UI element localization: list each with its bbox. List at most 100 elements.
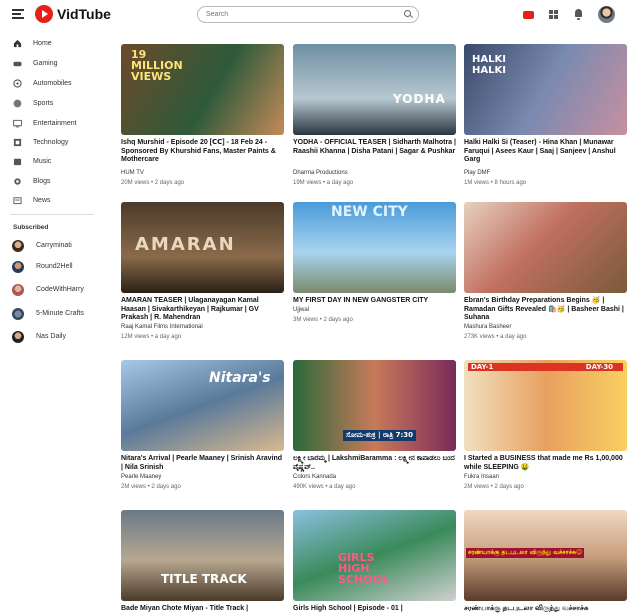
sidebar-item-sports[interactable]: Sports bbox=[0, 93, 108, 113]
channel-name[interactable]: Fukra Insaan bbox=[464, 474, 499, 480]
thumbnail-text: DAY-1 DAY-30 bbox=[468, 363, 623, 371]
thumbnail-text: NEW CITY bbox=[331, 204, 408, 220]
video-thumbnail[interactable]: 19 MILLION VIEWS bbox=[121, 44, 284, 135]
view-count: 20M views bbox=[121, 180, 150, 186]
home-icon bbox=[13, 39, 22, 47]
channel-name: Carryminati bbox=[36, 242, 72, 249]
video-title[interactable]: ಲಕ್ಷ್ಮೀ ಬಾರಮ್ಮ | LakshmiBaramma : ಲಕ್ಷ್ಮ… bbox=[293, 455, 456, 472]
video-title[interactable]: சரண்யாக்கு தடபுடலா விருந்து வச்சாச்சு bbox=[464, 605, 627, 614]
channel-name: Nas Daily bbox=[36, 333, 66, 340]
sidebar-item-home[interactable]: Home bbox=[0, 33, 108, 53]
channel-name[interactable]: Mashura Basheer bbox=[464, 324, 511, 330]
sidebar-item-label: Blogs bbox=[33, 177, 51, 185]
thumbnail-text: TITLE TRACK bbox=[161, 572, 247, 586]
video-thumbnail[interactable]: YODHA bbox=[293, 44, 456, 135]
sidebar-item-music[interactable]: Music bbox=[0, 151, 108, 171]
video-thumbnail[interactable]: NEW CITY bbox=[293, 202, 456, 293]
app-name: VidTube bbox=[57, 6, 111, 22]
channel-name[interactable]: Ujjwal bbox=[293, 307, 309, 313]
news-icon bbox=[13, 196, 22, 204]
channel-name[interactable]: Colors Kannada bbox=[293, 474, 336, 480]
video-thumbnail[interactable]: சரண்யாக்கு தடபுடலா விருந்து வச்சாச்சு😊 bbox=[464, 510, 627, 601]
car-icon bbox=[13, 78, 22, 88]
apps-grid-icon[interactable] bbox=[548, 9, 559, 20]
video-thumbnail[interactable]: AMARAN bbox=[121, 202, 284, 293]
video-title[interactable]: MY FIRST DAY IN NEW GANGSTER CITY bbox=[293, 297, 456, 306]
video-title[interactable]: Halki Halki Si (Teaser) - Hina Khan | Mu… bbox=[464, 139, 627, 165]
video-meta: 2M views • 2 days ago bbox=[464, 484, 524, 490]
search-input[interactable] bbox=[197, 6, 419, 23]
sidebar-item-technology[interactable]: Technology bbox=[0, 132, 108, 152]
thumbnail-text: YODHA bbox=[393, 92, 446, 106]
subscription-item[interactable]: Nas Daily bbox=[0, 327, 108, 347]
subscription-item[interactable]: CodeWithHarry bbox=[0, 280, 108, 300]
upload-age: 2 days ago bbox=[323, 317, 353, 323]
sidebar-item-gaming[interactable]: Gaming bbox=[0, 53, 108, 73]
search-icon[interactable] bbox=[404, 10, 411, 17]
notifications-bell-icon[interactable] bbox=[573, 9, 584, 20]
thumbnail-text: HALKI HALKI bbox=[472, 54, 506, 76]
thumbnail-text: AMARAN bbox=[135, 234, 236, 255]
video-meta: 3M views • 2 days ago bbox=[293, 317, 353, 323]
video-title[interactable]: I Started a BUSINESS that made me Rs 1,0… bbox=[464, 455, 627, 472]
upload-age: a day ago bbox=[500, 334, 527, 340]
video-title[interactable]: Nitara's Arrival | Pearle Maaney | Srini… bbox=[121, 455, 284, 472]
video-thumbnail[interactable]: HALKI HALKI bbox=[464, 44, 627, 135]
video-title[interactable]: Ishq Murshid - Episode 20 [𝗖𝗖] - 18 Feb … bbox=[121, 139, 284, 165]
view-count: 2M views bbox=[121, 484, 147, 490]
video-meta: 12M views • a day ago bbox=[121, 334, 182, 340]
sidebar-item-entertainment[interactable]: Entertainment bbox=[0, 113, 108, 133]
sidebar-item-label: News bbox=[33, 196, 51, 204]
video-thumbnail[interactable]: GIRLS HIGH SCHOOL bbox=[293, 510, 456, 601]
video-title[interactable]: YODHA - OFFICIAL TEASER | Sidharth Malho… bbox=[293, 139, 456, 156]
video-title[interactable]: Ebran's Birthday Preparations Begins 🥳 |… bbox=[464, 297, 627, 323]
channel-name: 5-Minute Crafts bbox=[36, 310, 84, 317]
channel-name[interactable]: HUM TV bbox=[121, 170, 144, 176]
sidebar-item-blogs[interactable]: Blogs bbox=[0, 171, 108, 191]
sidebar-item-automobiles[interactable]: Automobiles bbox=[0, 73, 108, 93]
video-meta: 19M views • a day ago bbox=[293, 180, 354, 186]
subscription-item[interactable]: Round2Hell bbox=[0, 257, 108, 277]
thumbnail-text: GIRLS HIGH SCHOOL bbox=[338, 551, 389, 586]
channel-name: Round2Hell bbox=[36, 263, 73, 270]
video-thumbnail[interactable]: Nitara's bbox=[121, 360, 284, 451]
video-meta: 273K views • a day ago bbox=[464, 334, 527, 340]
channel-name[interactable]: Pearle Maaney bbox=[121, 474, 161, 480]
logo[interactable]: VidTube bbox=[35, 5, 111, 23]
upload-age: 2 days ago bbox=[154, 180, 185, 186]
channel-name[interactable]: Raaj Kamal Films International bbox=[121, 324, 203, 330]
tv-icon bbox=[13, 119, 22, 127]
channel-name[interactable]: Dharma Productions bbox=[293, 170, 348, 176]
view-count: 12M views bbox=[121, 334, 150, 340]
play-logo-icon bbox=[35, 5, 53, 23]
sidebar-divider bbox=[10, 214, 94, 215]
video-thumbnail[interactable]: DAY-1 DAY-30 bbox=[464, 360, 627, 451]
thumbnail-text: Nitara's bbox=[209, 370, 271, 386]
subscribed-heading: Subscribed bbox=[13, 224, 49, 231]
view-count: 19M views bbox=[293, 180, 322, 186]
create-video-icon[interactable] bbox=[523, 11, 534, 19]
video-thumbnail[interactable]: TITLE TRACK bbox=[121, 510, 284, 601]
video-thumbnail[interactable] bbox=[464, 202, 627, 293]
sidebar-item-label: Technology bbox=[33, 138, 69, 146]
video-meta: 2M views • 2 days ago bbox=[121, 484, 181, 490]
channel-avatar bbox=[12, 331, 24, 343]
video-thumbnail[interactable]: ಸೋಮ-ಶುಕ್ರ | ರಾತ್ರಿ 7:30 bbox=[293, 360, 456, 451]
user-avatar[interactable] bbox=[598, 6, 615, 23]
subscription-item[interactable]: 5-Minute Crafts bbox=[0, 304, 108, 324]
ball-icon bbox=[13, 99, 22, 107]
video-title[interactable]: Girls High School | Episode - 01 | bbox=[293, 605, 456, 614]
thumbnail-text: 19 MILLION VIEWS bbox=[131, 48, 183, 83]
menu-icon[interactable] bbox=[12, 9, 24, 19]
subscription-item[interactable]: Carryminati bbox=[0, 236, 108, 256]
video-title[interactable]: Bade Miyan Chote Miyan - Title Track | bbox=[121, 605, 284, 614]
sidebar-item-label: Gaming bbox=[33, 59, 58, 67]
channel-name[interactable]: Play DMF bbox=[464, 170, 490, 176]
blog-icon bbox=[14, 177, 21, 185]
channel-name: CodeWithHarry bbox=[36, 286, 84, 293]
upload-age: 8 hours ago bbox=[494, 180, 527, 186]
view-count: 3M views bbox=[293, 317, 319, 323]
video-title[interactable]: AMARAN TEASER | Ulaganayagan Kamal Haasa… bbox=[121, 297, 284, 323]
sidebar-item-label: Entertainment bbox=[33, 119, 77, 127]
sidebar-item-news[interactable]: News bbox=[0, 190, 108, 210]
